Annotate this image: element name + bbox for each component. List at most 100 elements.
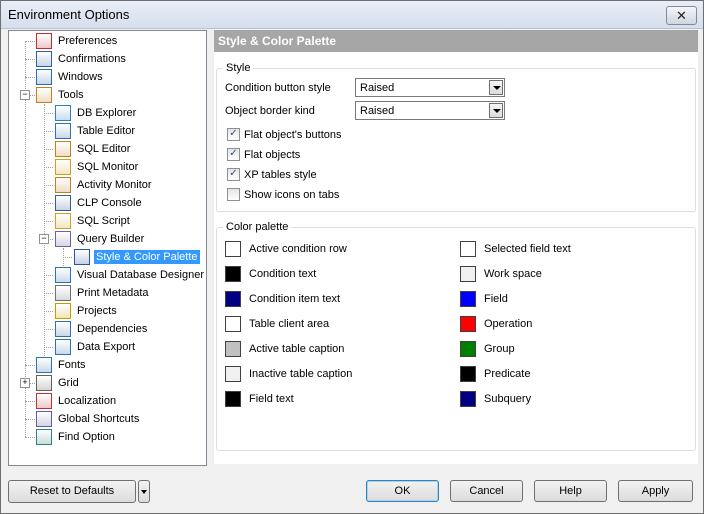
panel-header: Style & Color Palette <box>214 30 698 52</box>
color-swatch[interactable] <box>460 391 476 407</box>
tree-connector <box>44 149 53 150</box>
tree-item-label: Dependencies <box>77 323 148 335</box>
tree-item[interactable]: Query Builder <box>55 230 146 248</box>
tree-item[interactable]: Dependencies <box>55 320 149 338</box>
tree-item[interactable]: DB Explorer <box>55 104 138 122</box>
reset-to-defaults-button[interactable]: Reset to Defaults <box>8 480 136 503</box>
tree-item[interactable]: Projects <box>55 302 119 320</box>
sql-script-icon <box>55 213 71 229</box>
color-swatch[interactable] <box>460 266 476 282</box>
palette-color-item[interactable]: Predicate <box>460 366 530 382</box>
color-swatch[interactable] <box>460 291 476 307</box>
color-swatch[interactable] <box>225 341 241 357</box>
condition-button-style-select[interactable]: Raised <box>355 78 505 97</box>
apply-label: Apply <box>641 485 670 497</box>
tree-item[interactable]: Windows <box>36 68 105 86</box>
palette-color-item[interactable]: Inactive table caption <box>225 366 352 382</box>
palette-color-item[interactable]: Active table caption <box>225 341 344 357</box>
tree-item[interactable]: SQL Script <box>55 212 132 230</box>
color-swatch[interactable] <box>225 266 241 282</box>
tree-item[interactable]: Activity Monitor <box>55 176 154 194</box>
style-checkbox[interactable]: ✓ Flat objects <box>227 148 300 161</box>
tree-item[interactable]: Preferences <box>36 32 119 50</box>
color-swatch[interactable] <box>460 341 476 357</box>
color-swatch[interactable] <box>225 241 241 257</box>
tree-connector <box>25 41 35 42</box>
color-swatch[interactable] <box>460 316 476 332</box>
color-label: Inactive table caption <box>249 368 353 380</box>
style-checkbox[interactable]: ✓ XP tables style <box>227 168 317 181</box>
tree-item[interactable]: Grid <box>36 374 81 392</box>
palette-color-item[interactable]: Condition text <box>225 266 316 282</box>
help-button[interactable]: Help <box>534 480 607 502</box>
tree-item[interactable]: Confirmations <box>36 50 128 68</box>
palette-color-item[interactable]: Selected field text <box>460 241 571 257</box>
palette-color-item[interactable]: Work space <box>460 266 542 282</box>
tree-item[interactable]: Style & Color Palette <box>74 248 200 266</box>
color-swatch[interactable] <box>225 316 241 332</box>
color-swatch[interactable] <box>460 241 476 257</box>
style-checkbox[interactable]: Show icons on tabs <box>227 188 339 201</box>
color-label: Work space <box>484 268 542 280</box>
ok-button[interactable]: OK <box>366 480 439 502</box>
tree-connector <box>44 185 53 186</box>
color-swatch[interactable] <box>225 366 241 382</box>
palette-color-item[interactable]: Subquery <box>460 391 531 407</box>
find-option-icon <box>36 429 52 445</box>
tree-item[interactable]: Data Export <box>55 338 137 356</box>
tree-item[interactable]: SQL Monitor <box>55 158 140 176</box>
checkmark-icon[interactable]: ✓ <box>227 148 240 161</box>
color-label: Condition text <box>249 268 317 280</box>
confirmations-icon <box>36 51 52 67</box>
palette-color-item[interactable]: Field text <box>225 391 294 407</box>
tree-item[interactable]: Tools <box>36 86 86 104</box>
color-swatch[interactable] <box>225 291 241 307</box>
expand-toggle[interactable]: + <box>20 378 30 388</box>
localization-icon <box>36 393 52 409</box>
palette-color-item[interactable]: Active condition row <box>225 241 347 257</box>
cancel-button[interactable]: Cancel <box>450 480 523 502</box>
reset-dropdown-button[interactable] <box>138 480 150 503</box>
tree-item[interactable]: Fonts <box>36 356 88 374</box>
query-builder-icon <box>55 231 71 247</box>
sql-monitor-icon <box>55 159 71 175</box>
checkmark-icon[interactable]: ✓ <box>227 128 240 141</box>
tree-item[interactable]: Table Editor <box>55 122 137 140</box>
checkbox-label: XP tables style <box>244 168 317 181</box>
chevron-down-icon[interactable] <box>489 103 503 118</box>
palette-icon <box>74 249 90 265</box>
style-group-label: Style <box>223 62 254 74</box>
options-tree[interactable]: Preferences Confirmations Windows − Tools DB … <box>8 30 207 466</box>
caret-down-icon <box>141 490 147 494</box>
palette-color-item[interactable]: Operation <box>460 316 532 332</box>
apply-button[interactable]: Apply <box>618 480 693 502</box>
tree-connector <box>25 365 35 366</box>
collapse-toggle[interactable]: − <box>20 90 30 100</box>
tree-connector <box>44 293 53 294</box>
style-checkbox[interactable]: ✓ Flat object's buttons <box>227 128 342 141</box>
object-border-kind-select[interactable]: Raised <box>355 101 505 120</box>
collapse-toggle[interactable]: − <box>39 234 49 244</box>
tree-connector <box>25 59 35 60</box>
color-swatch[interactable] <box>460 366 476 382</box>
palette-color-item[interactable]: Group <box>460 341 515 357</box>
checkmark-icon[interactable]: ✓ <box>227 168 240 181</box>
tree-item[interactable]: Localization <box>36 392 118 410</box>
close-button[interactable]: ✕ <box>666 6 697 25</box>
tree-item[interactable]: SQL Editor <box>55 140 132 158</box>
tree-connector <box>44 167 53 168</box>
tree-item[interactable]: CLP Console <box>55 194 144 212</box>
palette-color-item[interactable]: Field <box>460 291 508 307</box>
checkbox-box[interactable] <box>227 188 240 201</box>
tree-item[interactable]: Visual Database Designer <box>55 266 206 284</box>
chevron-down-icon[interactable] <box>489 80 503 95</box>
object-border-kind-value: Raised <box>360 105 395 117</box>
tree-item[interactable]: Global Shortcuts <box>36 410 141 428</box>
fonts-icon <box>36 357 52 373</box>
tree-item[interactable]: Find Option <box>36 428 117 446</box>
tree-item-label: Visual Database Designer <box>77 269 204 281</box>
palette-color-item[interactable]: Condition item text <box>225 291 340 307</box>
color-swatch[interactable] <box>225 391 241 407</box>
tree-item[interactable]: Print Metadata <box>55 284 151 302</box>
palette-color-item[interactable]: Table client area <box>225 316 329 332</box>
